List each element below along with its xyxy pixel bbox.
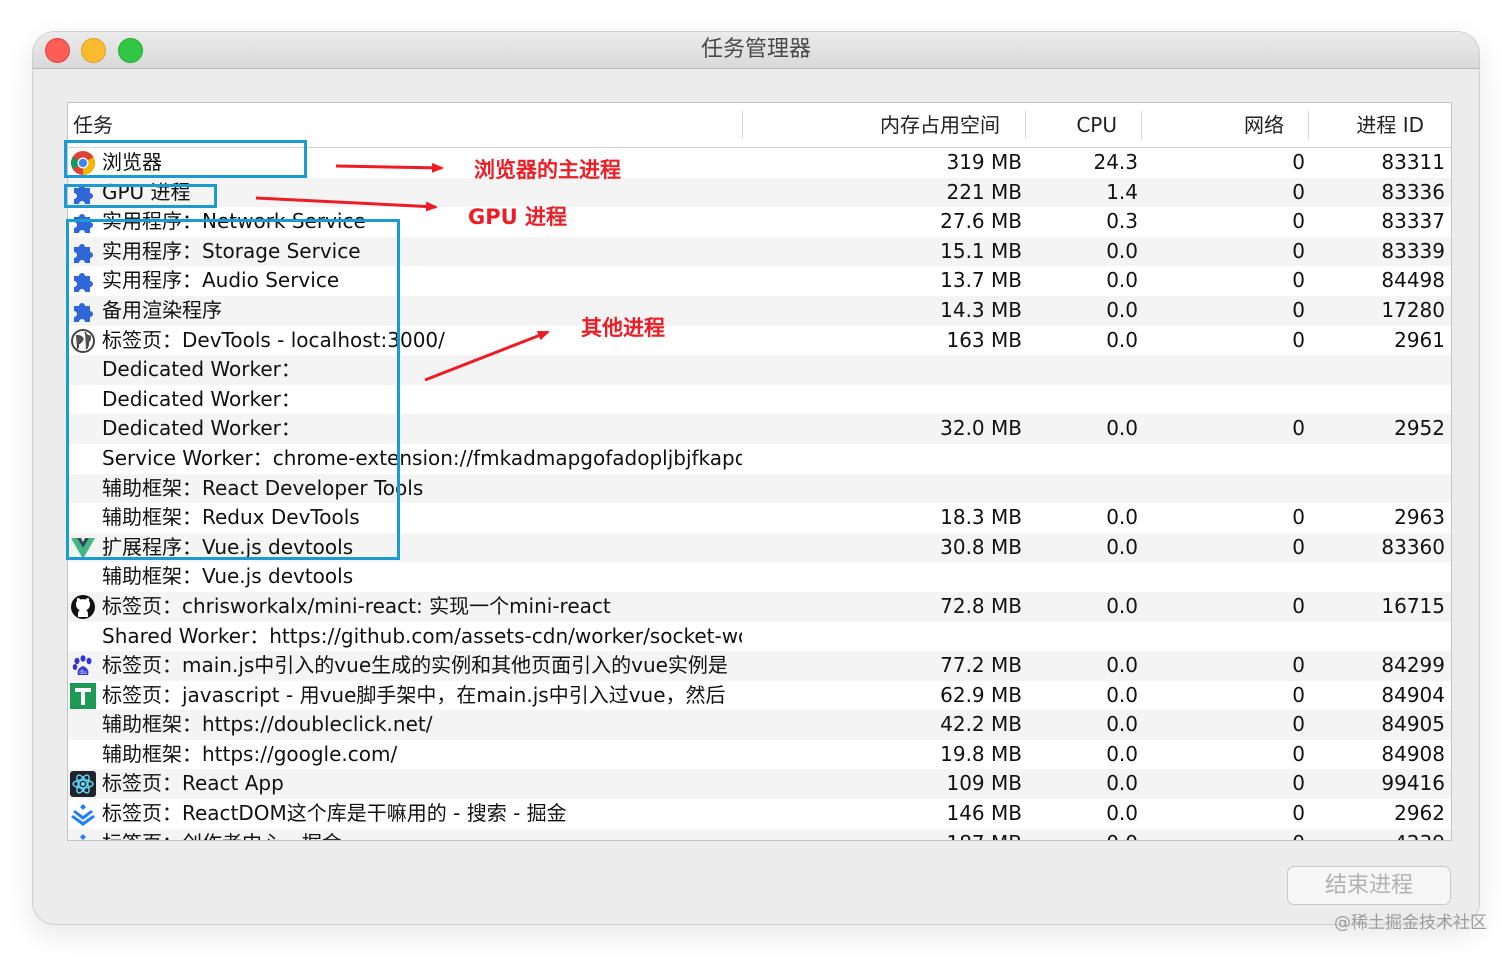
arrow-gpu: [255, 196, 438, 212]
arrow-browser: [335, 162, 444, 173]
end-process-button[interactable]: 结束进程: [1287, 866, 1451, 905]
annotation-arrows: [255, 162, 550, 382]
annotation-label-gpu: GPU 进程: [468, 205, 567, 229]
arrow-others: [424, 330, 550, 382]
watermark: @稀土掘金技术社区: [1334, 913, 1487, 933]
annotation-label-browser: 浏览器的主进程: [474, 158, 621, 182]
annotation-label-others: 其他进程: [581, 316, 665, 340]
